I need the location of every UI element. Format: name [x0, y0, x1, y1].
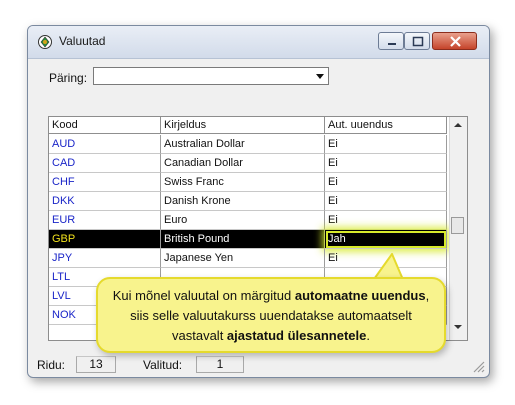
minimize-icon [388, 43, 396, 45]
minimize-button[interactable] [378, 32, 404, 50]
query-select[interactable] [93, 67, 329, 85]
callout-note: Kui mõnel valuutal on märgitud automaatn… [96, 277, 446, 353]
column-header-code[interactable]: Kood [49, 117, 161, 134]
scroll-up-icon[interactable] [452, 121, 464, 129]
cell-description: Danish Krone [161, 192, 325, 211]
maximize-button[interactable] [404, 32, 430, 50]
cell-description: Euro [161, 211, 325, 230]
cell-description: Japanese Yen [161, 249, 325, 268]
column-header-description[interactable]: Kirjeldus [161, 117, 325, 134]
cell-code: GBP [49, 230, 161, 249]
table-row[interactable]: DKK Danish Krone Ei [49, 192, 447, 211]
cell-description: British Pound [161, 230, 325, 249]
cell-code: AUD [49, 135, 161, 154]
cell-auto-update-highlighted[interactable]: Jah [325, 230, 447, 249]
callout-bold-2: ajastatud ülesannetele [226, 328, 367, 343]
selected-count-value: 1 [196, 356, 244, 373]
window-title: Valuutad [59, 34, 106, 48]
table-row[interactable]: AUD Australian Dollar Ei [49, 135, 447, 154]
cell-code: CAD [49, 154, 161, 173]
cell-auto-update: Ei [325, 154, 447, 173]
cell-auto-update: Ei [325, 135, 447, 154]
cell-code: JPY [49, 249, 161, 268]
cell-auto-update: Ei [325, 211, 447, 230]
query-label: Päring: [49, 71, 88, 85]
callout-text-3: . [366, 328, 370, 343]
cell-description: Swiss Franc [161, 173, 325, 192]
table-row[interactable]: CAD Canadian Dollar Ei [49, 154, 447, 173]
scroll-down-icon[interactable] [452, 323, 464, 331]
currency-app-icon [38, 35, 52, 49]
vertical-scrollbar[interactable] [449, 117, 467, 340]
chevron-down-icon[interactable] [313, 69, 327, 83]
status-bar: Ridu: 13 Valitud: 1 [28, 353, 489, 377]
rows-count-value: 13 [76, 356, 116, 373]
callout-bold-1: automaatne uuendus [294, 288, 426, 303]
cell-code: DKK [49, 192, 161, 211]
close-button[interactable] [432, 32, 477, 50]
cell-code: EUR [49, 211, 161, 230]
cell-description: Canadian Dollar [161, 154, 325, 173]
rows-count-label: Ridu: [37, 358, 66, 372]
scrollbar-thumb[interactable] [451, 217, 464, 234]
table-row[interactable]: CHF Swiss Franc Ei [49, 173, 447, 192]
column-header-auto-update[interactable]: Aut. uuendus [325, 117, 447, 134]
cell-auto-update: Ei [325, 192, 447, 211]
title-bar[interactable]: Valuutad [28, 26, 489, 59]
selected-count-label: Valitud: [143, 358, 183, 372]
cell-description: Australian Dollar [161, 135, 325, 154]
maximize-icon [412, 36, 424, 47]
table-row[interactable]: EUR Euro Ei [49, 211, 447, 230]
table-header: Kood Kirjeldus Aut. uuendus [49, 117, 447, 135]
cell-code: CHF [49, 173, 161, 192]
close-icon [450, 36, 461, 47]
table-row-selected[interactable]: GBP British Pound Jah [49, 230, 447, 249]
cell-auto-update: Ei [325, 173, 447, 192]
callout-text-1: Kui mõnel valuutal on märgitud [112, 288, 295, 303]
resize-grip-icon[interactable] [472, 360, 485, 373]
